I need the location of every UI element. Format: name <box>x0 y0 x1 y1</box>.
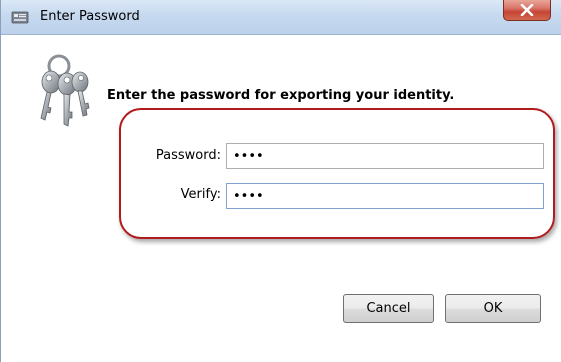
ok-button[interactable]: OK <box>445 294 541 323</box>
dialog-body: Enter the password for exporting your id… <box>1 35 561 362</box>
close-icon <box>520 4 534 16</box>
window-title: Enter Password <box>40 9 140 24</box>
password-app-icon <box>11 9 29 25</box>
enter-password-dialog: Enter Password Enter the password for ex… <box>0 0 561 362</box>
password-label: Password: <box>155 148 221 163</box>
close-button[interactable] <box>503 0 551 21</box>
password-field[interactable] <box>226 143 544 169</box>
cancel-button[interactable]: Cancel <box>343 294 434 323</box>
title-bar[interactable]: Enter Password <box>1 0 561 35</box>
prompt-text: Enter the password for exporting your id… <box>107 88 455 103</box>
highlight-annotation <box>119 108 555 239</box>
verify-label: Verify: <box>180 187 221 202</box>
keys-icon <box>31 52 95 132</box>
verify-field[interactable] <box>226 183 544 209</box>
